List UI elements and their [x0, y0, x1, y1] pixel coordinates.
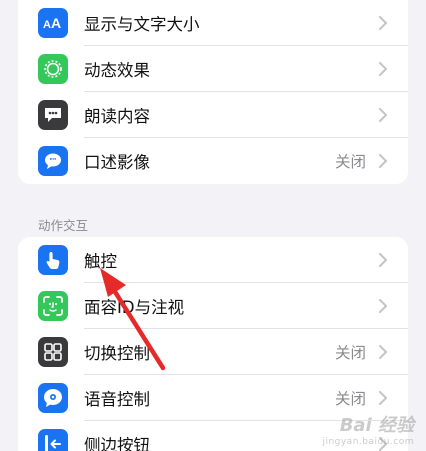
- spoken-content-icon: [38, 100, 68, 130]
- row-label: 侧边按钮: [84, 436, 150, 451]
- row-motion[interactable]: 动态效果: [18, 46, 408, 92]
- chevron-right-icon: [379, 345, 387, 359]
- row-label: 语音控制: [84, 390, 150, 409]
- watermark-url: jingyan.baidu.com: [322, 437, 414, 447]
- switch-control-icon: [38, 337, 68, 367]
- chevron-right-icon: [379, 253, 387, 267]
- chevron-right-icon: [379, 391, 387, 405]
- svg-text:A: A: [51, 15, 61, 31]
- row-label: 触控: [84, 252, 117, 271]
- vision-settings-group: A A 显示与文字大小 动态效果 朗读内容 "" 口述影像 关闭: [18, 0, 408, 184]
- watermark-logo: Bai 经验: [339, 415, 414, 436]
- row-display-text-size[interactable]: A A 显示与文字大小: [18, 0, 408, 46]
- chevron-right-icon: [379, 62, 387, 76]
- svg-text:A: A: [43, 19, 51, 31]
- text-size-icon: A A: [38, 8, 68, 38]
- chevron-right-icon: [379, 154, 387, 168]
- chevron-right-icon: [379, 108, 387, 122]
- row-label: 口述影像: [84, 153, 150, 172]
- audio-description-icon: "": [38, 146, 68, 176]
- row-label: 显示与文字大小: [84, 15, 200, 34]
- row-value: 关闭: [334, 153, 366, 171]
- svg-text:"": "": [50, 158, 57, 165]
- side-button-icon: [38, 429, 68, 451]
- chevron-right-icon: [379, 16, 387, 30]
- row-label: 动态效果: [84, 61, 150, 80]
- row-switch-control[interactable]: 切换控制 关闭: [18, 329, 408, 375]
- row-value: 关闭: [334, 390, 366, 408]
- section-header-interaction: 动作交互: [38, 218, 89, 233]
- face-id-icon: [38, 291, 68, 321]
- row-touch[interactable]: 触控: [18, 237, 408, 283]
- row-spoken-content[interactable]: 朗读内容: [18, 92, 408, 138]
- row-label: 朗读内容: [84, 107, 150, 126]
- row-value: 关闭: [334, 344, 366, 362]
- voice-control-icon: [38, 383, 68, 413]
- accessibility-settings-page: A A 显示与文字大小 动态效果 朗读内容 "" 口述影像 关闭 动作交互 触控…: [0, 0, 426, 451]
- watermark: Bai 经验 jingyan.baidu.com: [322, 411, 414, 447]
- row-label: 面容ID与注视: [84, 298, 185, 317]
- chevron-right-icon: [379, 299, 387, 313]
- row-audio-description[interactable]: "" 口述影像 关闭: [18, 138, 408, 184]
- touch-icon: [38, 245, 68, 275]
- row-face-id-attention[interactable]: 面容ID与注视: [18, 283, 408, 329]
- row-label: 切换控制: [84, 344, 150, 363]
- motion-icon: [38, 54, 68, 84]
